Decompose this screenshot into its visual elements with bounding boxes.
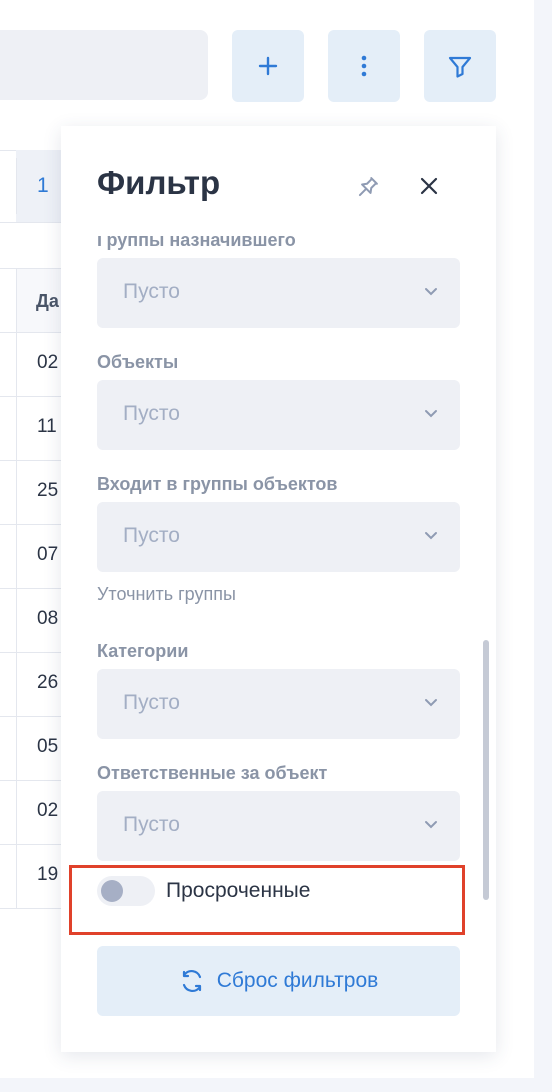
filter-fields[interactable]: Группы назначившего Пусто Объекты Пусто … <box>61 236 496 930</box>
table-row[interactable]: 08 <box>37 608 58 630</box>
highlight-box <box>69 865 465 935</box>
divider <box>0 222 70 223</box>
categories-select[interactable]: Пусто <box>97 669 460 739</box>
divider <box>0 844 70 845</box>
divider <box>0 588 70 589</box>
divider <box>0 908 70 909</box>
divider <box>0 268 70 269</box>
more-button[interactable] <box>328 30 400 102</box>
filter-button[interactable] <box>424 30 496 102</box>
add-button[interactable] <box>232 30 304 102</box>
refine-groups-link[interactable]: Уточнить группы <box>97 584 236 605</box>
pin-button[interactable] <box>351 172 383 204</box>
reset-filters-label: Сброс фильтров <box>216 969 379 992</box>
table-row[interactable]: 19 <box>37 864 58 886</box>
select-value: Пусто <box>123 524 180 547</box>
chevron-down-icon <box>425 410 437 418</box>
select-value: Пусто <box>123 280 180 303</box>
divider <box>0 652 70 653</box>
divider <box>16 158 17 214</box>
select-value: Пусто <box>123 402 180 425</box>
divider <box>0 332 70 333</box>
table-row[interactable]: 25 <box>37 480 58 502</box>
chevron-down-icon <box>425 821 437 829</box>
chevron-down-icon <box>425 699 437 707</box>
field-label: Категории <box>97 641 189 661</box>
objects-select[interactable]: Пусто <box>97 380 460 450</box>
close-icon <box>420 177 438 195</box>
table-row[interactable]: 26 <box>37 672 58 694</box>
field-label: Входит в группы объектов <box>97 474 338 494</box>
pin-icon <box>358 177 378 197</box>
plus-icon <box>258 56 278 76</box>
table-row[interactable]: 11 <box>37 416 57 438</box>
search-input[interactable] <box>0 30 208 100</box>
object-groups-select[interactable]: Пусто <box>97 502 460 572</box>
divider <box>0 396 70 397</box>
table-row[interactable]: 02 <box>37 800 58 822</box>
reset-filters-button[interactable]: Сброс фильтров <box>97 946 460 1016</box>
divider <box>0 524 70 525</box>
scrollbar[interactable] <box>483 640 489 900</box>
divider <box>0 716 70 717</box>
object-responsible-select[interactable]: Пусто <box>97 791 460 861</box>
vertical-dots-icon <box>361 55 367 77</box>
close-button[interactable] <box>413 170 445 202</box>
field-label: Группы назначившего <box>97 236 296 250</box>
divider <box>0 780 70 781</box>
select-value: Пусто <box>123 813 180 836</box>
chevron-down-icon <box>425 288 437 296</box>
pager-number[interactable]: 1 <box>37 174 49 198</box>
panel-title: Фильтр <box>97 164 221 201</box>
table-column-header-label: Да <box>36 291 59 311</box>
table-row[interactable]: 05 <box>37 736 58 758</box>
assigner-groups-select[interactable]: Пусто <box>97 258 460 328</box>
refresh-icon <box>182 970 201 992</box>
select-value: Пусто <box>123 691 180 714</box>
field-label: Объекты <box>97 352 179 372</box>
field-label: Ответственные за объект <box>97 763 328 783</box>
chevron-down-icon <box>425 532 437 540</box>
table-row[interactable]: 07 <box>37 544 58 566</box>
divider <box>0 460 70 461</box>
table-row[interactable]: 02 <box>37 352 58 374</box>
funnel-icon <box>448 56 472 78</box>
